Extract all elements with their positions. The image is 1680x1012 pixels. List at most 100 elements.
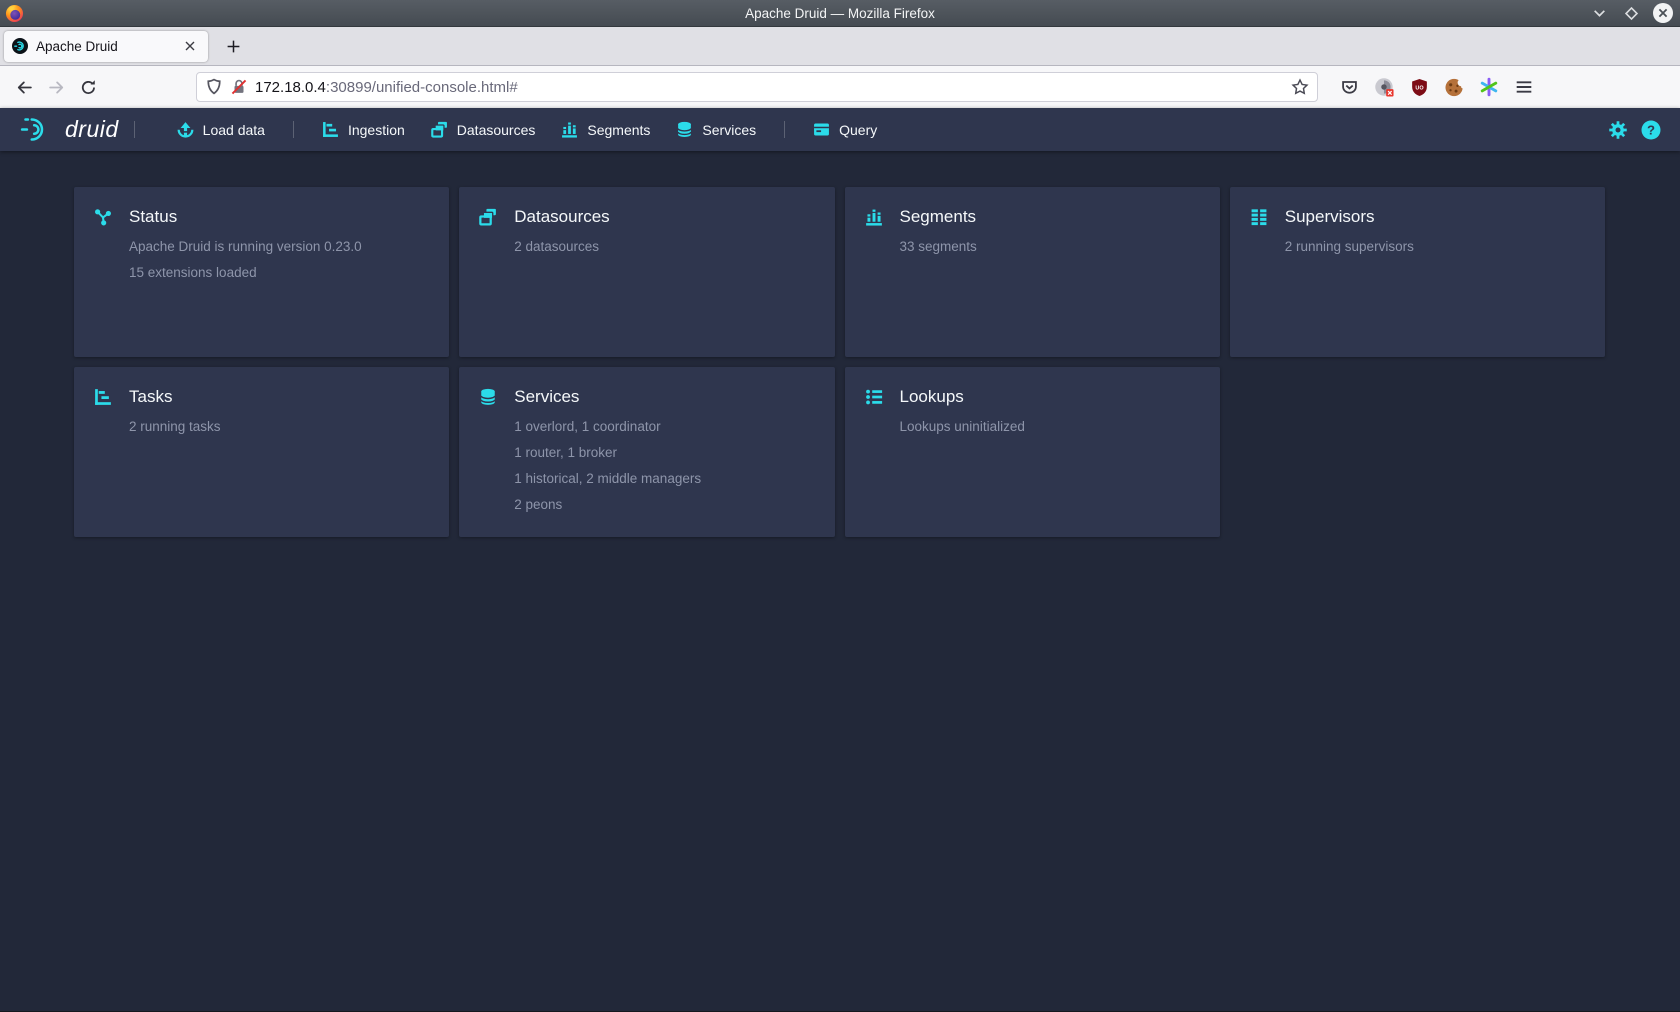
nav-divider	[293, 121, 294, 138]
card-body: 2 running tasks	[129, 418, 429, 435]
tab-title: Apache Druid	[36, 39, 172, 54]
ublock-glyph: UO	[1415, 85, 1424, 91]
database-icon	[479, 388, 497, 406]
card-line: Apache Druid is running version 0.23.0	[129, 238, 429, 255]
card-services[interactable]: Services 1 overlord, 1 coordinator 1 route…	[459, 367, 834, 537]
bars-icon	[561, 121, 578, 138]
nav-item-label: Segments	[587, 122, 650, 138]
pocket-icon[interactable]	[1338, 76, 1360, 98]
lock-insecure-icon[interactable]	[230, 78, 248, 96]
window-maximize-button[interactable]	[1620, 2, 1642, 24]
nav-item-segments[interactable]: Segments	[548, 115, 663, 144]
card-header: Datasources	[479, 207, 814, 227]
gantt-icon	[322, 121, 339, 138]
card-line: 1 router, 1 broker	[514, 444, 814, 461]
nav-item-label: Datasources	[457, 122, 536, 138]
card-datasources[interactable]: Datasources 2 datasources	[459, 187, 834, 357]
card-line: 1 overlord, 1 coordinator	[514, 418, 814, 435]
url-path: :30899/unified-console.html#	[326, 79, 518, 96]
card-title: Lookups	[900, 387, 964, 407]
window-titlebar: Apache Druid — Mozilla Firefox	[0, 0, 1680, 27]
url-text[interactable]: 172.18.0.4:30899/unified-console.html#	[255, 79, 1284, 96]
window-close-button[interactable]	[1652, 2, 1674, 24]
druid-navbar: druid Load data Ingestion Datasources Segme…	[0, 108, 1680, 151]
card-line: 33 segments	[900, 238, 1200, 255]
bookmark-star-icon[interactable]	[1291, 78, 1309, 96]
card-body: 2 running supervisors	[1285, 238, 1585, 255]
card-body: 1 overlord, 1 coordinator 1 router, 1 bro…	[514, 418, 814, 513]
card-grid: Status Apache Druid is running version 0.…	[74, 187, 1605, 537]
druid-logo[interactable]: druid	[20, 116, 119, 143]
nav-item-label: Ingestion	[348, 122, 405, 138]
nav-item-datasources[interactable]: Datasources	[418, 115, 549, 144]
database-icon	[676, 121, 693, 138]
nav-item-label: Query	[839, 122, 877, 138]
nav-divider	[134, 121, 135, 138]
ublock-origin-icon[interactable]: UO	[1408, 76, 1430, 98]
card-line: 2 running supervisors	[1285, 238, 1585, 255]
window-title: Apache Druid — Mozilla Firefox	[0, 6, 1680, 21]
asterisk-extension-icon[interactable]	[1478, 76, 1500, 98]
card-title: Tasks	[129, 387, 172, 407]
nav-item-label: Load data	[203, 122, 265, 138]
graph-icon	[94, 208, 112, 226]
nav-item-query[interactable]: Query	[800, 115, 890, 144]
card-header: Lookups	[865, 387, 1200, 407]
card-header: Services	[479, 387, 814, 407]
nav-menu: Load data Ingestion Datasources Segments Ser…	[164, 115, 891, 144]
card-body: Lookups uninitialized	[900, 418, 1200, 435]
card-line: 2 peons	[514, 496, 814, 513]
tab-close-icon[interactable]	[180, 36, 200, 56]
hamburger-menu-icon[interactable]	[1513, 76, 1535, 98]
card-supervisors[interactable]: Supervisors 2 running supervisors	[1230, 187, 1605, 357]
card-lookups[interactable]: Lookups Lookups uninitialized	[845, 367, 1220, 537]
card-header: Supervisors	[1250, 207, 1585, 227]
reload-button[interactable]	[73, 72, 103, 102]
cookie-extension-icon[interactable]	[1443, 76, 1465, 98]
url-bar[interactable]: 172.18.0.4:30899/unified-console.html#	[196, 72, 1318, 102]
bars-icon	[865, 208, 883, 226]
console-icon	[813, 121, 830, 138]
layers-icon	[431, 121, 448, 138]
card-line: 2 datasources	[514, 238, 814, 255]
new-tab-button[interactable]	[218, 31, 248, 61]
druid-logo-icon	[20, 116, 57, 143]
shield-icon[interactable]	[205, 78, 223, 96]
card-title: Services	[514, 387, 579, 407]
card-title: Datasources	[514, 207, 609, 227]
card-body: Apache Druid is running version 0.23.0 15…	[129, 238, 429, 281]
tab-apache-druid[interactable]: Apache Druid	[4, 31, 208, 62]
card-title: Segments	[900, 207, 977, 227]
gantt-icon	[94, 388, 112, 406]
tab-favicon-druid-icon	[12, 38, 28, 54]
nav-item-label: Services	[702, 122, 756, 138]
card-line: 2 running tasks	[129, 418, 429, 435]
card-line: 15 extensions loaded	[129, 264, 429, 281]
help-glyph: ?	[1647, 122, 1655, 137]
properties-icon	[865, 388, 883, 406]
card-header: Segments	[865, 207, 1200, 227]
privacy-extension-icon[interactable]	[1373, 76, 1395, 98]
window-minimize-button[interactable]	[1588, 2, 1610, 24]
card-line: Lookups uninitialized	[900, 418, 1200, 435]
card-status[interactable]: Status Apache Druid is running version 0.…	[74, 187, 449, 357]
list-columns-icon	[1250, 208, 1268, 226]
nav-item-services[interactable]: Services	[663, 115, 769, 144]
firefox-logo-icon	[5, 4, 24, 23]
nav-divider	[784, 121, 785, 138]
tab-strip: Apache Druid	[0, 27, 1680, 66]
card-header: Status	[94, 207, 429, 227]
console-home: Status Apache Druid is running version 0.…	[0, 151, 1680, 1011]
settings-gear-icon[interactable]	[1608, 120, 1628, 140]
card-line: 1 historical, 2 middle managers	[514, 470, 814, 487]
card-header: Tasks	[94, 387, 429, 407]
card-tasks[interactable]: Tasks 2 running tasks	[74, 367, 449, 537]
nav-item-ingestion[interactable]: Ingestion	[309, 115, 418, 144]
url-host: 172.18.0.4	[255, 79, 326, 96]
upload-icon	[177, 121, 194, 138]
forward-button[interactable]	[41, 72, 71, 102]
back-button[interactable]	[9, 72, 39, 102]
help-icon[interactable]: ?	[1641, 120, 1661, 140]
nav-item-load-data[interactable]: Load data	[164, 115, 278, 144]
card-segments[interactable]: Segments 33 segments	[845, 187, 1220, 357]
